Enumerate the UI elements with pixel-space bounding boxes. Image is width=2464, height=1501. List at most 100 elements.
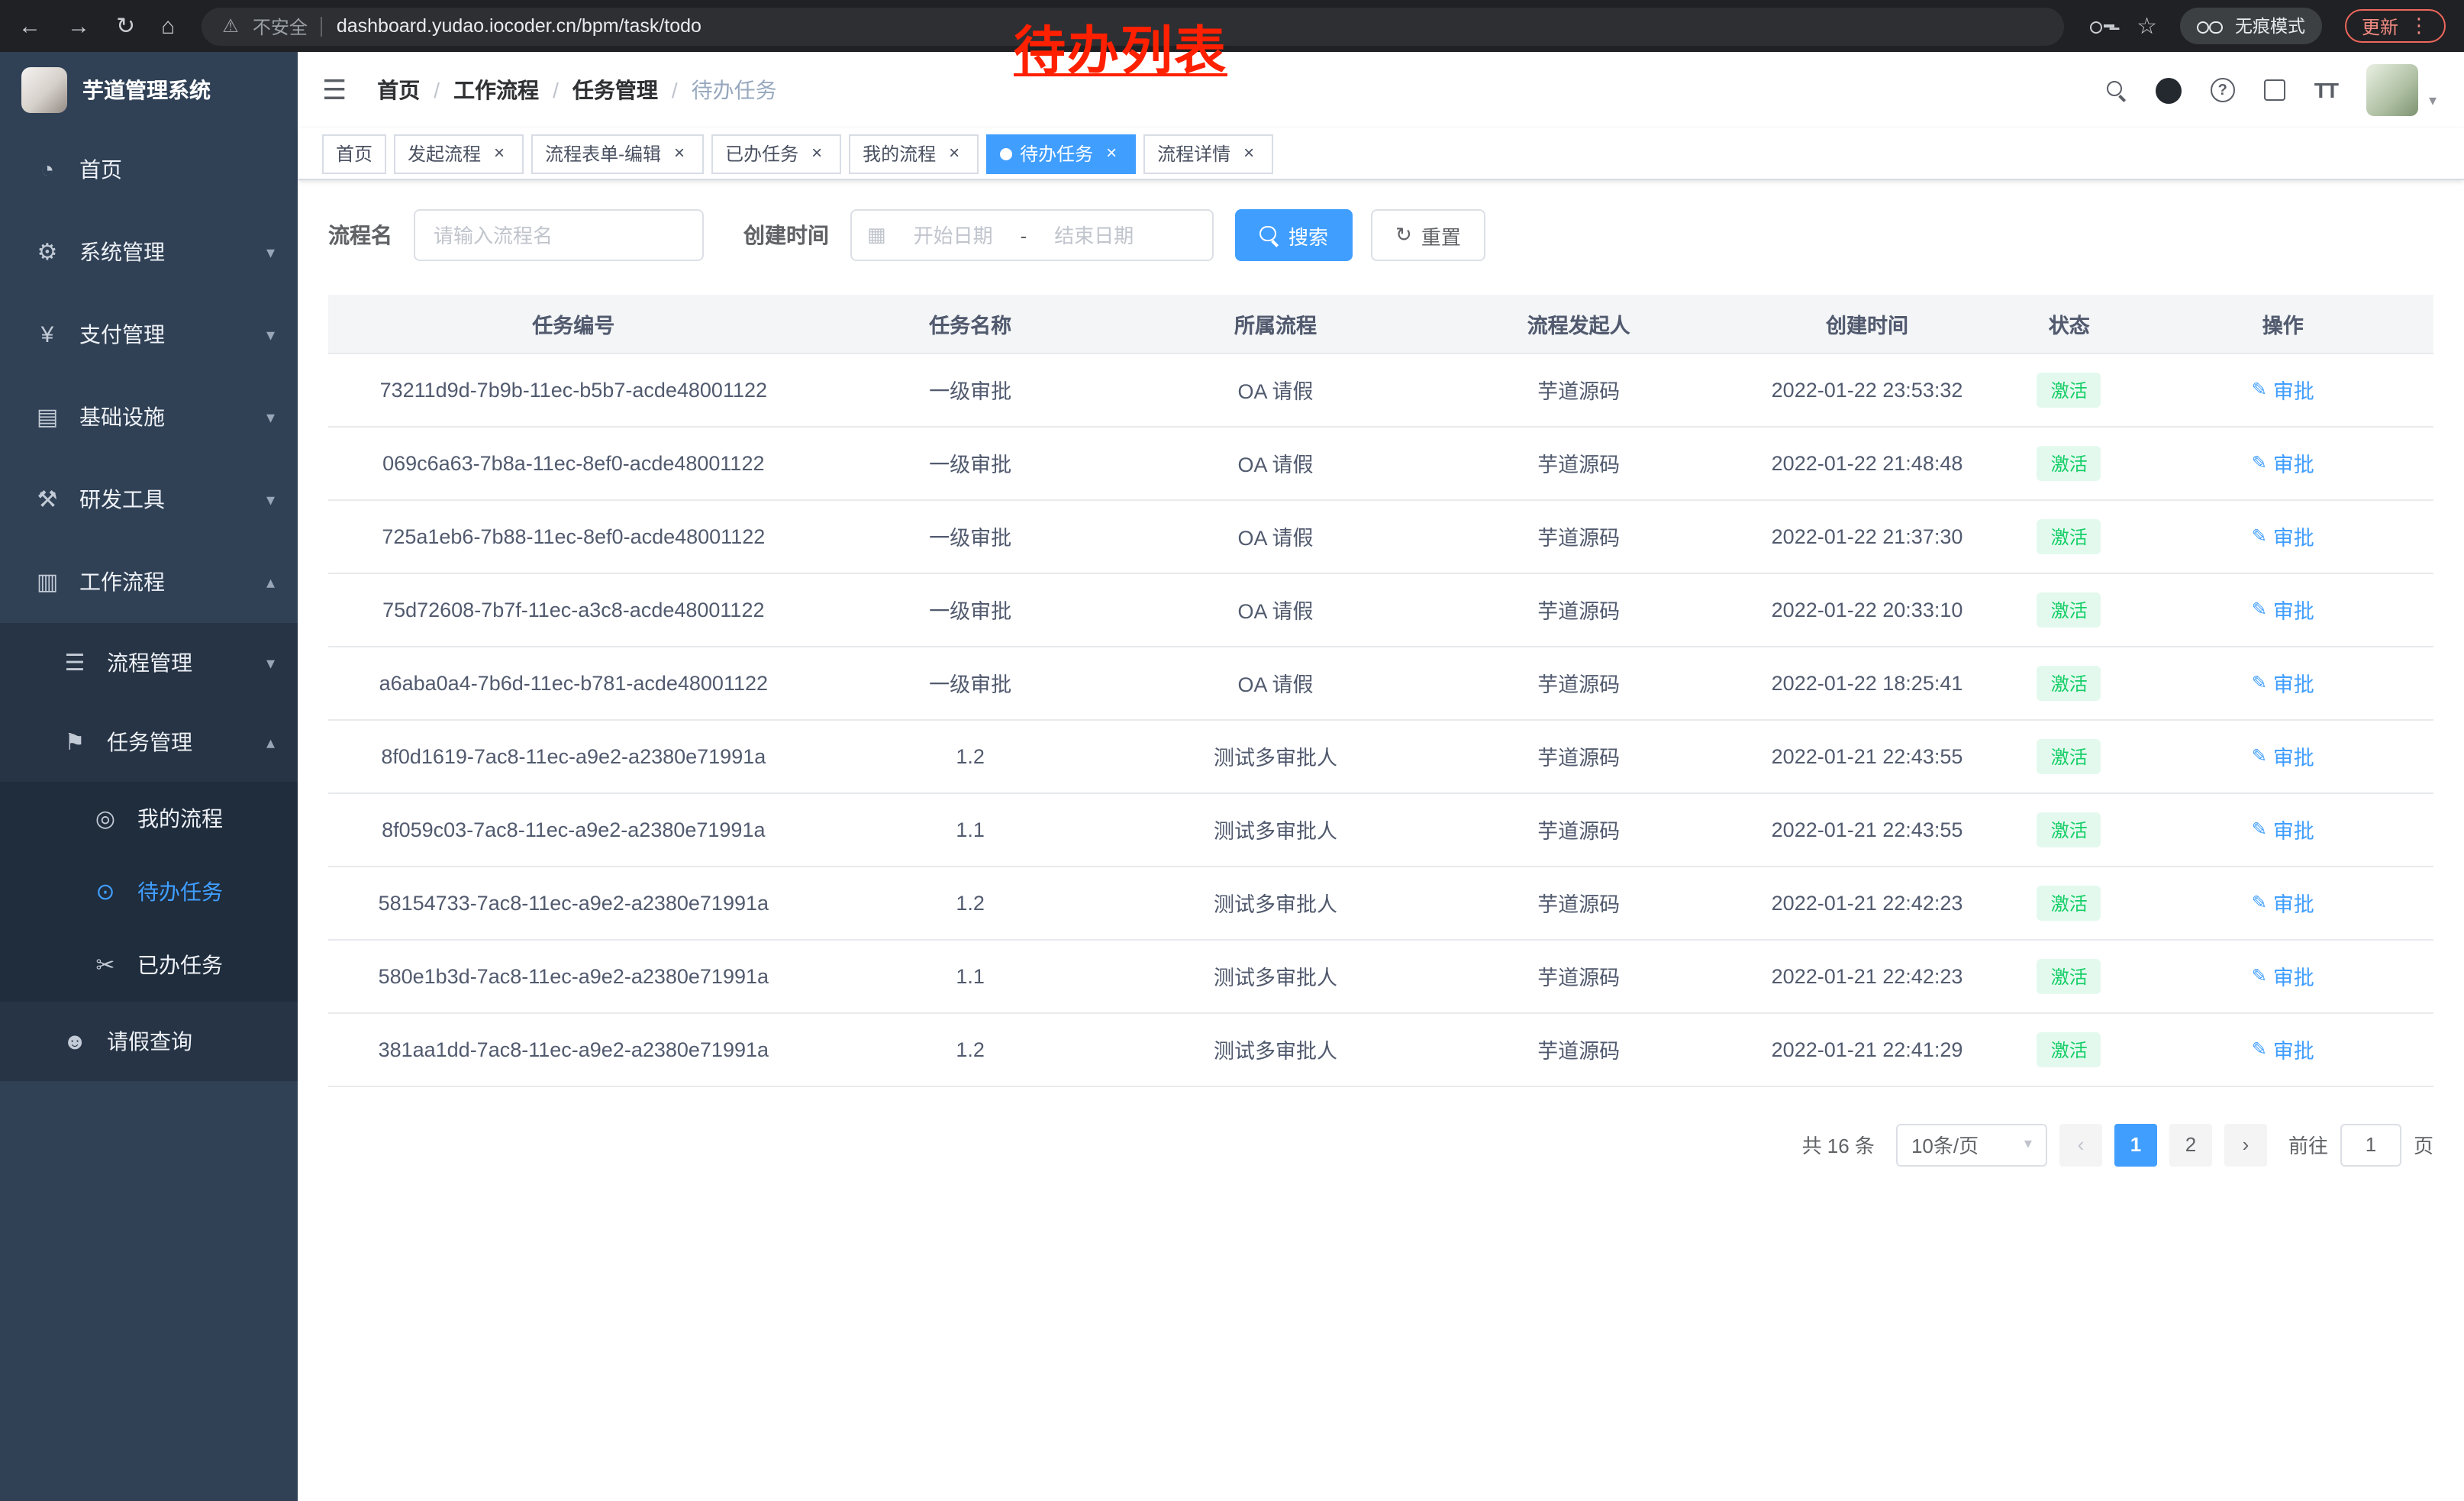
- omnibox-divider: [321, 16, 323, 36]
- sidebar-item-leave-query[interactable]: ☻ 请假查询: [0, 1002, 298, 1081]
- approve-link[interactable]: ✎ 审批: [2252, 1034, 2314, 1064]
- task-id-cell: 8f0d1619-7ac8-11ec-a9e2-a2380e71991a: [328, 719, 819, 792]
- search-icon[interactable]: [2107, 80, 2127, 100]
- next-page-button[interactable]: ›: [2224, 1123, 2267, 1166]
- help-icon[interactable]: ?: [2211, 78, 2235, 102]
- sidebar-item-done-tasks[interactable]: ✂ 已办任务: [0, 928, 298, 1002]
- approve-link[interactable]: ✎ 审批: [2252, 667, 2314, 698]
- initiator-cell: 芋道源码: [1429, 1012, 1728, 1086]
- close-icon[interactable]: ×: [1238, 143, 1259, 164]
- menu-dots-icon[interactable]: ⋮: [2409, 14, 2429, 38]
- sidebar-item-my-process[interactable]: ◎ 我的流程: [0, 782, 298, 855]
- task-id-cell: 580e1b3d-7ac8-11ec-a9e2-a2380e71991a: [328, 939, 819, 1012]
- home-icon[interactable]: ⌂: [161, 15, 175, 37]
- fullscreen-icon[interactable]: [2264, 79, 2285, 101]
- bookmark-star-icon[interactable]: ☆: [2137, 12, 2157, 40]
- chevron-up-icon: ▴: [266, 732, 275, 752]
- sidebar-item-infrastructure[interactable]: ▤ 基础设施 ▾: [0, 376, 298, 458]
- end-date-input[interactable]: [1033, 224, 1155, 247]
- reload-icon[interactable]: ↻: [116, 15, 135, 37]
- breadcrumb-task-mgmt[interactable]: 任务管理: [553, 75, 658, 105]
- url-text[interactable]: dashboard.yudao.iocoder.cn/bpm/task/todo: [337, 15, 701, 37]
- reset-button[interactable]: ↻ 重置: [1371, 209, 1485, 261]
- task-name-cell: 一级审批: [819, 573, 1122, 646]
- start-date-input[interactable]: [892, 224, 1014, 247]
- dashboard-icon: ◔: [31, 157, 64, 182]
- goto-page-input[interactable]: [2340, 1123, 2401, 1166]
- status-badge: 激活: [2037, 372, 2101, 407]
- search-button[interactable]: 搜索: [1235, 209, 1353, 261]
- close-icon[interactable]: ×: [669, 143, 690, 164]
- back-icon[interactable]: ←: [18, 15, 41, 37]
- breadcrumb-home[interactable]: 首页: [377, 75, 420, 105]
- task-name-cell: 1.2: [819, 1012, 1122, 1086]
- tab-form-edit[interactable]: 流程表单-编辑 ×: [531, 134, 704, 173]
- page-button-1[interactable]: 1: [2114, 1123, 2157, 1166]
- sidebar-item-devtools[interactable]: ⚒ 研发工具 ▾: [0, 458, 298, 541]
- sidebar-toggle-icon[interactable]: ☰: [322, 74, 347, 106]
- approve-link[interactable]: ✎ 审批: [2252, 521, 2314, 551]
- status-cell: 激活: [2006, 573, 2132, 646]
- date-range-picker[interactable]: ▦ -: [850, 209, 1214, 261]
- initiator-cell: 芋道源码: [1429, 499, 1728, 573]
- process-cell: 测试多审批人: [1122, 719, 1430, 792]
- close-icon[interactable]: ×: [489, 143, 510, 164]
- process-cell: OA 请假: [1122, 426, 1430, 499]
- approve-link[interactable]: ✎ 审批: [2252, 741, 2314, 771]
- status-badge: 激活: [2037, 445, 2101, 480]
- forward-icon[interactable]: →: [67, 15, 90, 37]
- tab-start-process[interactable]: 发起流程 ×: [394, 134, 524, 173]
- approve-link[interactable]: ✎ 审批: [2252, 960, 2314, 991]
- breadcrumb: 首页 工作流程 任务管理 待办任务: [377, 75, 776, 105]
- approve-link[interactable]: ✎ 审批: [2252, 374, 2314, 405]
- initiator-cell: 芋道源码: [1429, 866, 1728, 939]
- tab-my-process[interactable]: 我的流程 ×: [849, 134, 979, 173]
- sidebar-item-process-mgmt[interactable]: ☰ 流程管理 ▾: [0, 623, 298, 702]
- process-cell: OA 请假: [1122, 646, 1430, 719]
- approve-link[interactable]: ✎ 审批: [2252, 887, 2314, 918]
- close-icon[interactable]: ×: [943, 143, 965, 164]
- col-task-id: 任务编号: [328, 295, 819, 353]
- prev-page-button[interactable]: ‹: [2059, 1123, 2102, 1166]
- page-button-2[interactable]: 2: [2169, 1123, 2212, 1166]
- approve-link[interactable]: ✎ 审批: [2252, 447, 2314, 478]
- address-bar[interactable]: ⚠ 不安全 dashboard.yudao.iocoder.cn/bpm/tas…: [201, 7, 2063, 45]
- task-table: 任务编号 任务名称 所属流程 流程发起人 创建时间 状态 操作 73211d9d…: [328, 295, 2433, 1086]
- sidebar-item-home[interactable]: ◔ 首页: [0, 128, 298, 211]
- font-size-icon[interactable]: TT: [2314, 78, 2337, 102]
- process-cell: OA 请假: [1122, 499, 1430, 573]
- tab-home[interactable]: 首页: [322, 134, 386, 173]
- tab-todo-tasks[interactable]: 待办任务 ×: [986, 134, 1136, 173]
- grid-icon: ▤: [31, 403, 64, 431]
- col-task-name: 任务名称: [819, 295, 1122, 353]
- action-cell: ✎ 审批: [2133, 426, 2434, 499]
- update-label[interactable]: 更新: [2362, 13, 2398, 39]
- close-icon[interactable]: ×: [806, 143, 827, 164]
- initiator-cell: 芋道源码: [1429, 719, 1728, 792]
- tab-process-detail[interactable]: 流程详情 ×: [1143, 134, 1273, 173]
- security-label[interactable]: 不安全: [253, 13, 308, 39]
- github-icon[interactable]: [2156, 77, 2182, 103]
- tab-done-tasks[interactable]: 已办任务 ×: [711, 134, 841, 173]
- password-key-icon[interactable]: [2089, 18, 2114, 34]
- sidebar-item-payment[interactable]: ¥ 支付管理 ▾: [0, 293, 298, 376]
- status-badge: 激活: [2037, 885, 2101, 920]
- update-button[interactable]: 更新 ⋮: [2345, 9, 2446, 43]
- sidebar-item-workflow[interactable]: ▥ 工作流程 ▴: [0, 541, 298, 623]
- avatar[interactable]: [2366, 64, 2418, 116]
- task-id-cell: 725a1eb6-7b88-11ec-8ef0-acde48001122: [328, 499, 819, 573]
- close-icon[interactable]: ×: [1101, 143, 1122, 164]
- approve-link[interactable]: ✎ 审批: [2252, 814, 2314, 844]
- process-cell: 测试多审批人: [1122, 939, 1430, 1012]
- edit-icon: ✎: [2252, 745, 2267, 767]
- sidebar-item-task-mgmt[interactable]: ⚑ 任务管理 ▴: [0, 702, 298, 782]
- edit-icon: ✎: [2252, 965, 2267, 986]
- breadcrumb-workflow[interactable]: 工作流程: [434, 75, 539, 105]
- process-name-input[interactable]: [414, 209, 704, 261]
- sidebar-item-todo-tasks[interactable]: ⊙ 待办任务: [0, 855, 298, 928]
- status-cell: 激活: [2006, 353, 2132, 426]
- sidebar-item-system[interactable]: ⚙ 系统管理 ▾: [0, 211, 298, 293]
- sidebar-logo: 芋道管理系统: [0, 52, 298, 128]
- page-size-select[interactable]: 10条/页 ▾: [1896, 1123, 2047, 1166]
- approve-link[interactable]: ✎ 审批: [2252, 594, 2314, 625]
